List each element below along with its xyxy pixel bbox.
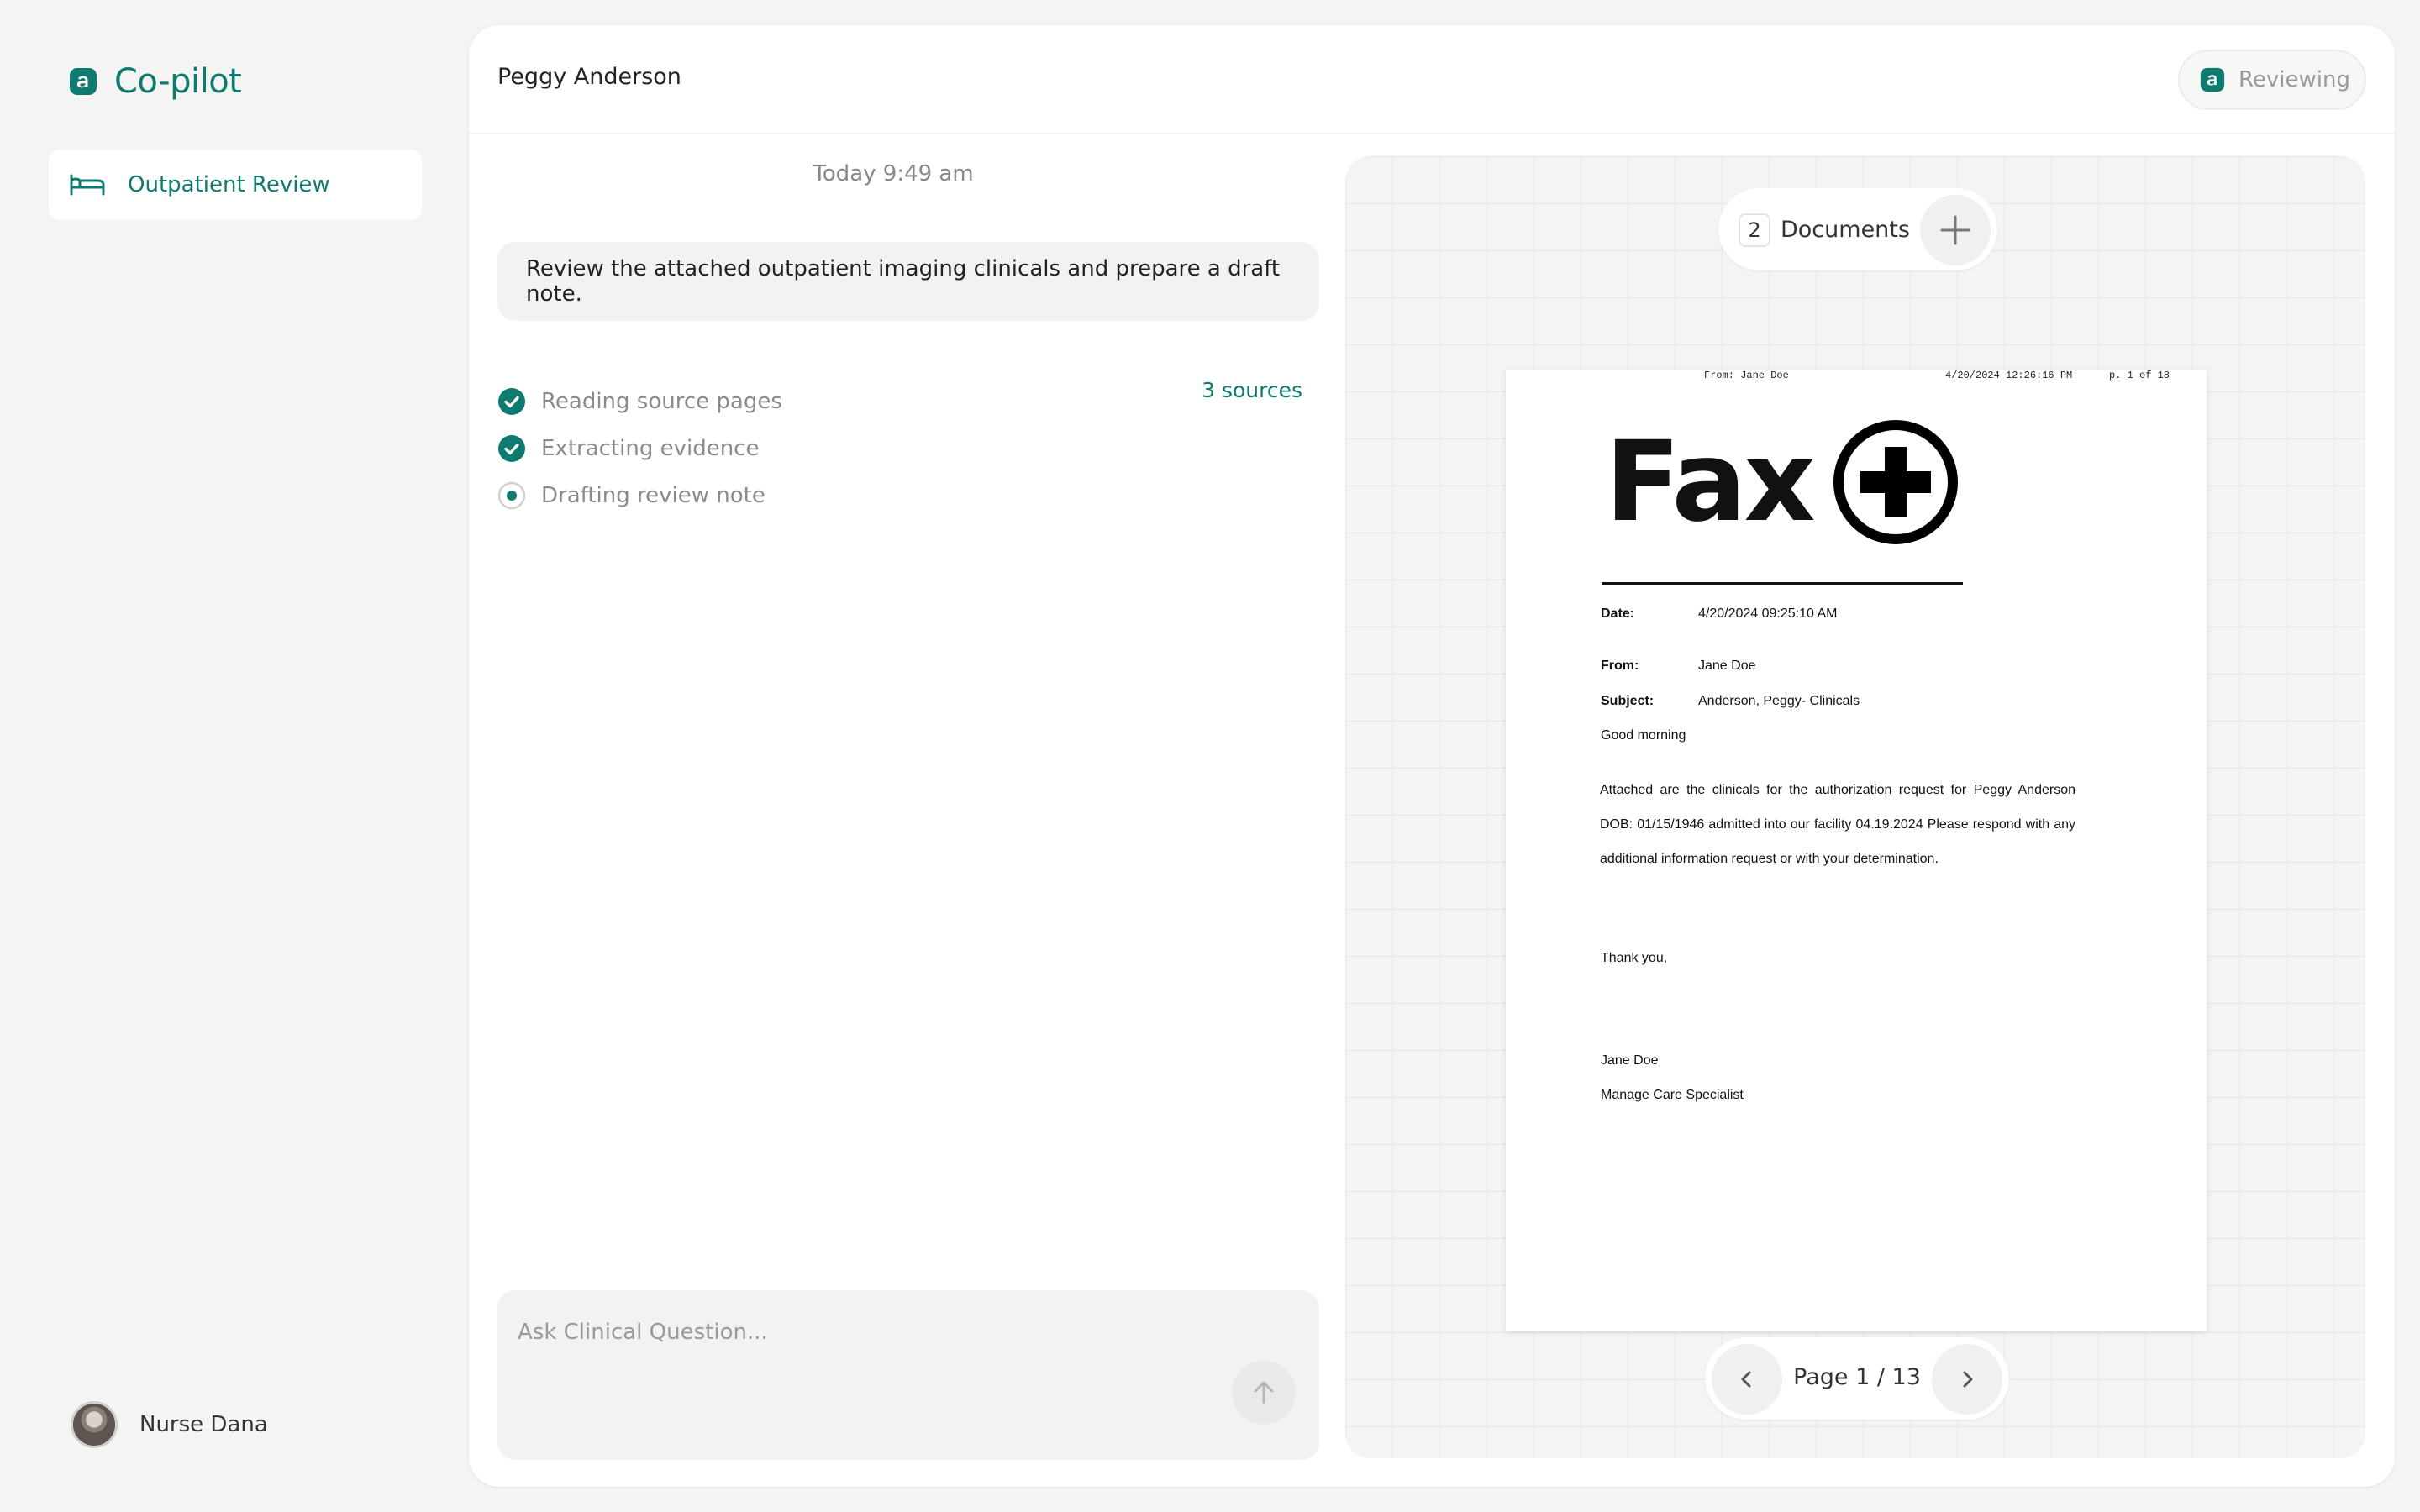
step-item: Extracting evidence: [497, 425, 1319, 472]
fax-topline-from: From: Jane Doe: [1704, 370, 1789, 381]
fax-topline-page: p. 1 of 18: [2109, 370, 2170, 381]
fax-topline-timestamp: 4/20/2024 12:26:16 PM: [1945, 370, 2073, 381]
step-item: Drafting review note: [497, 472, 1319, 519]
sidebar-item-outpatient-review[interactable]: Outpatient Review: [49, 150, 422, 220]
app-logo-icon: [2200, 67, 2225, 92]
composer: [497, 1290, 1319, 1460]
fax-header-line: From: Jane Doe 4/20/2024 12:26:16 PM p. …: [1506, 370, 2207, 386]
documents-count: 2: [1739, 213, 1770, 247]
fax-date-label: Date:: [1601, 606, 1635, 621]
user-name: Nurse Dana: [139, 1412, 268, 1437]
fax-from-value: Jane Doe: [1698, 659, 1756, 673]
fax-divider: [1602, 582, 1963, 585]
step-item: Reading source pages: [497, 378, 1319, 425]
sources-link[interactable]: 3 sources: [1202, 378, 1302, 402]
chevron-right-icon: [1963, 1371, 1973, 1388]
step-label: Drafting review note: [541, 483, 765, 508]
add-document-button[interactable]: [1920, 195, 1991, 265]
fax-logo: Fax: [1605, 418, 1960, 546]
fax-date-value: 4/20/2024 09:25:10 AM: [1698, 606, 1838, 621]
main-panel: Peggy Anderson Reviewing Today 9:49 am R…: [469, 25, 2395, 1487]
documents-selector[interactable]: 2 Documents: [1718, 188, 1997, 270]
status-badge: Reviewing: [2178, 50, 2366, 110]
fax-logo-text: Fax: [1605, 417, 1816, 547]
page-navigator: Page 1 / 13: [1705, 1337, 2009, 1420]
brand-name: Co-pilot: [114, 62, 242, 101]
fax-body: Attached are the clinicals for the autho…: [1600, 783, 2075, 866]
main-header: Peggy Anderson Reviewing: [469, 25, 2395, 134]
app-logo-icon: [70, 68, 97, 95]
chat-timestamp: Today 9:49 am: [813, 161, 974, 186]
plus-circle-icon: [1833, 420, 1958, 544]
fax-subject-value: Anderson, Peggy- Clinicals: [1698, 694, 1860, 708]
user-message: Review the attached outpatient imaging c…: [497, 242, 1319, 321]
sidebar: Co-pilot Outpatient Review Nurse Dana: [0, 0, 454, 1512]
in-progress-icon: [497, 481, 526, 510]
fax-subject-label: Subject:: [1601, 694, 1655, 708]
fax-closing: Thank you,: [1601, 951, 1668, 965]
send-button[interactable]: [1232, 1361, 1296, 1425]
bed-icon: [70, 174, 105, 196]
check-circle-icon: [498, 388, 525, 415]
brand[interactable]: Co-pilot: [69, 62, 242, 101]
clinical-question-input[interactable]: [518, 1315, 1190, 1349]
step-label: Extracting evidence: [541, 436, 760, 461]
progress-steps: 3 sources Reading source pages Extractin…: [497, 378, 1319, 519]
step-label: Reading source pages: [541, 389, 782, 414]
check-circle-icon: [498, 435, 525, 462]
arrow-up-icon: [1254, 1381, 1274, 1404]
status-label: Reviewing: [2238, 67, 2350, 92]
document-viewer: 2 Documents From: Jane Doe 4/20/2024 12:…: [1345, 156, 2365, 1458]
fax-greeting: Good morning: [1601, 728, 1686, 743]
plus-icon: [1940, 215, 1970, 245]
avatar: [71, 1401, 118, 1448]
user-profile[interactable]: Nurse Dana: [71, 1401, 268, 1448]
fax-signature-title: Manage Care Specialist: [1601, 1088, 1744, 1102]
fax-from-label: From:: [1601, 659, 1639, 673]
patient-name: Peggy Anderson: [497, 64, 681, 90]
document-page[interactable]: From: Jane Doe 4/20/2024 12:26:16 PM p. …: [1506, 370, 2207, 1331]
fax-signature-name: Jane Doe: [1601, 1053, 1659, 1068]
documents-label: Documents: [1781, 217, 1910, 243]
sidebar-item-label: Outpatient Review: [128, 172, 330, 197]
next-page-button[interactable]: [1932, 1344, 2002, 1415]
